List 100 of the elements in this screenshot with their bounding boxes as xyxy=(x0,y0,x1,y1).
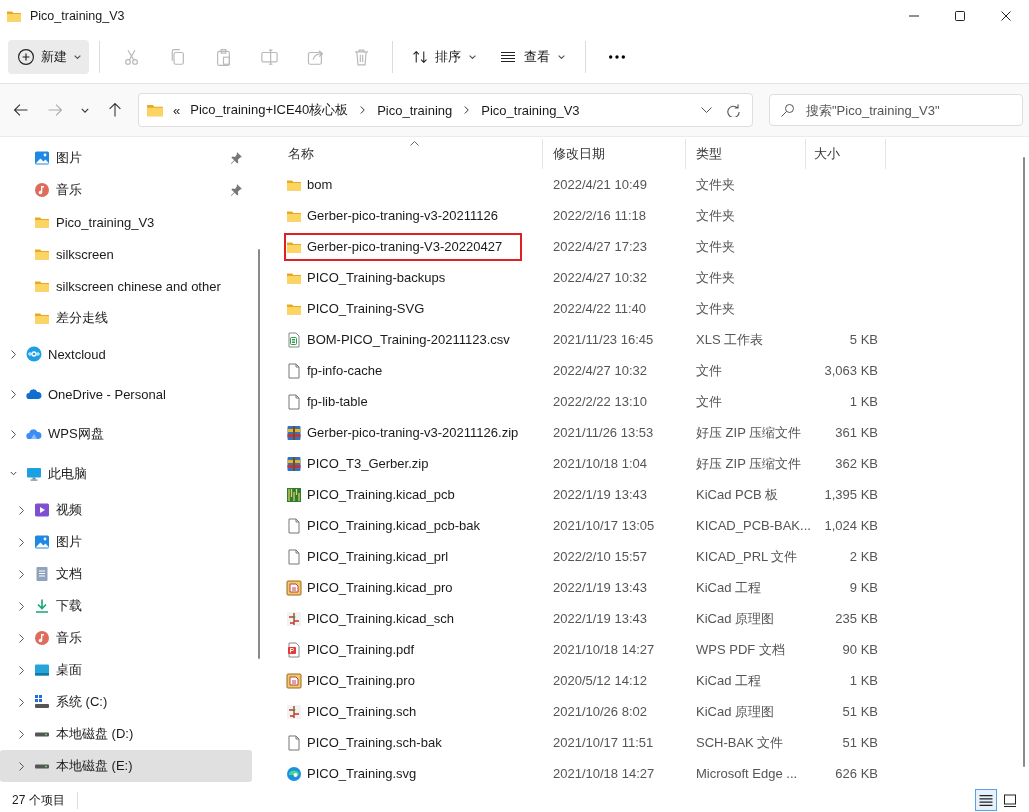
search-field[interactable]: 搜索"Pico_training_V3" xyxy=(769,94,1023,126)
file-name[interactable]: bom xyxy=(307,177,333,192)
cloud-rings-icon xyxy=(26,346,42,362)
file-size: 235 KB xyxy=(835,611,878,626)
sidebar-item[interactable]: 视频 xyxy=(0,494,252,526)
file-name[interactable]: PICO_Training.kicad_sch xyxy=(307,611,454,626)
file-type: KICAD_PCB-BAK... xyxy=(696,518,811,533)
file-name[interactable]: BOM-PICO_Training-20211123.csv xyxy=(307,332,510,347)
file-type: KiCad 工程 xyxy=(696,578,762,597)
sidebar-item[interactable]: 图片 xyxy=(0,142,252,174)
file-size: 1,395 KB xyxy=(824,487,878,502)
breadcrumb[interactable]: Pico_training_V3 xyxy=(481,102,580,118)
sidebar-item[interactable]: 图片 xyxy=(0,526,252,558)
file-name[interactable]: Gerber-pico-traning-v3-20211126 xyxy=(307,208,498,223)
sidebar-item[interactable]: 差分走线 xyxy=(0,302,252,334)
file-name[interactable]: PICO_Training.kicad_pcb-bak xyxy=(307,518,480,533)
view-button[interactable]: 查看 xyxy=(490,40,575,74)
chevron-icon xyxy=(464,106,470,114)
sidebar-item[interactable]: 下载 xyxy=(0,590,252,622)
file-name[interactable]: fp-info-cache xyxy=(307,363,383,378)
breadcrumb[interactable]: Pico_training xyxy=(377,102,453,118)
column-header[interactable]: 大小 xyxy=(806,139,886,169)
address-bar[interactable]: « Pico_training+ICE40核心板 Pico_training Pico_training_V3 xyxy=(138,93,753,127)
file-type: Microsoft Edge ... xyxy=(696,766,798,781)
sidebar-item[interactable]: 桌面 xyxy=(0,654,252,686)
file-size: 51 KB xyxy=(842,735,878,750)
file-name[interactable]: PICO_T3_Gerber.zip xyxy=(307,456,429,471)
schematic-icon xyxy=(286,703,302,720)
new-button[interactable]: 新建 xyxy=(8,40,89,74)
modified-date: 2021/10/26 8:02 xyxy=(553,704,647,719)
file-type: XLS 工作表 xyxy=(696,330,764,349)
plus-icon xyxy=(18,49,34,65)
file-name[interactable]: PICO_Training.kicad_pcb xyxy=(307,487,455,502)
file-name[interactable]: Gerber-pico-traning-v3-20211126.zip xyxy=(307,425,519,440)
modified-date: 2021/10/18 14:27 xyxy=(553,766,655,781)
file-name[interactable]: PICO_Training.pro xyxy=(307,673,415,688)
modified-date: 2022/4/27 10:32 xyxy=(553,363,647,378)
file-size: 3,063 KB xyxy=(824,363,878,378)
sidebar-item[interactable]: 本地磁盘 (E:) xyxy=(0,750,252,782)
circuit-board-icon xyxy=(286,486,302,503)
monitor-icon xyxy=(26,466,42,482)
modified-date: 2022/4/27 17:23 xyxy=(553,239,647,254)
sidebar-item[interactable]: WPS网盘 xyxy=(0,414,252,454)
overflow-button[interactable]: « xyxy=(173,102,181,118)
sidebar-item[interactable]: 本地磁盘 (D:) xyxy=(0,718,252,750)
sidebar-item[interactable]: 此电脑 xyxy=(0,454,252,494)
forward-arrow-icon xyxy=(48,103,62,117)
sidebar-item[interactable]: Nextcloud xyxy=(0,334,252,374)
column-header[interactable]: 修改日期 xyxy=(543,139,686,169)
caret-icon xyxy=(74,55,81,59)
download-icon xyxy=(34,598,50,614)
modified-date: 2021/11/23 16:45 xyxy=(553,332,654,347)
music-note-icon xyxy=(34,630,50,646)
blank-file-icon xyxy=(286,393,302,410)
caret-icon xyxy=(558,55,565,59)
sidebar-item[interactable]: 系统 (C:) xyxy=(0,686,252,718)
file-size: 1 KB xyxy=(849,673,878,688)
sidebar-item[interactable]: OneDrive - Personal xyxy=(0,374,252,414)
collapsed-chevron-icon xyxy=(18,761,24,771)
breadcrumb[interactable]: Pico_training+ICE40核心板 xyxy=(190,101,349,119)
collapsed-chevron-icon xyxy=(18,729,24,739)
sidebar-item[interactable]: Pico_training_V3 xyxy=(0,206,252,238)
column-header[interactable]: 类型 xyxy=(686,139,806,169)
sidebar-item[interactable]: 音乐 xyxy=(0,174,252,206)
more-icon xyxy=(609,55,625,59)
file-name[interactable]: PICO_Training.kicad_pro xyxy=(307,580,453,595)
chevron-icon xyxy=(360,106,366,114)
file-name[interactable]: PICO_Training.sch xyxy=(307,704,417,719)
sort-button[interactable]: 排序 xyxy=(403,40,486,74)
file-size: 626 KB xyxy=(835,766,878,781)
file-name[interactable]: PICO_Training.pdf xyxy=(307,642,415,657)
file-name[interactable]: PICO_Training.sch-bak xyxy=(307,735,442,750)
document-icon xyxy=(34,566,50,582)
file-name[interactable]: PICO_Training-SVG xyxy=(307,301,425,316)
file-name[interactable]: PICO_Training.svg xyxy=(307,766,417,781)
sidebar-item[interactable]: 音乐 xyxy=(0,622,252,654)
scrollbar-thumb[interactable] xyxy=(1023,157,1025,767)
file-name[interactable]: fp-lib-table xyxy=(307,394,368,409)
picture-icon xyxy=(34,150,50,166)
blank-file-icon xyxy=(286,362,302,379)
file-type: KiCad 原理图 xyxy=(696,702,775,721)
column-header[interactable]: 名称 xyxy=(278,139,543,169)
file-type: 好压 ZIP 压缩文件 xyxy=(696,454,802,473)
file-name[interactable]: PICO_Training-backups xyxy=(307,270,446,285)
sidebar-item[interactable]: 文档 xyxy=(0,558,252,590)
spreadsheet-file-icon xyxy=(286,331,302,348)
expanded-chevron-icon xyxy=(8,471,18,477)
sidebar-item[interactable]: silkscreen chinese and other xyxy=(0,270,252,302)
pdf-file-icon xyxy=(286,641,302,658)
file-type: 文件夹 xyxy=(696,268,735,287)
file-name[interactable]: Gerber-pico-traning-V3-20220427 xyxy=(307,239,503,254)
sidebar-item[interactable]: silkscreen xyxy=(0,238,252,270)
modified-date: 2022/4/27 10:32 xyxy=(553,270,647,285)
details-view-button[interactable] xyxy=(975,789,997,811)
file-name[interactable]: PICO_Training.kicad_prl xyxy=(307,549,449,564)
dropdown-caret-icon xyxy=(701,107,712,113)
window-title: Pico_training_V3 xyxy=(30,8,125,23)
file-type: KiCad 原理图 xyxy=(696,609,775,628)
modified-date: 2022/2/22 13:10 xyxy=(553,394,647,409)
scrollbar-thumb[interactable] xyxy=(258,249,260,659)
